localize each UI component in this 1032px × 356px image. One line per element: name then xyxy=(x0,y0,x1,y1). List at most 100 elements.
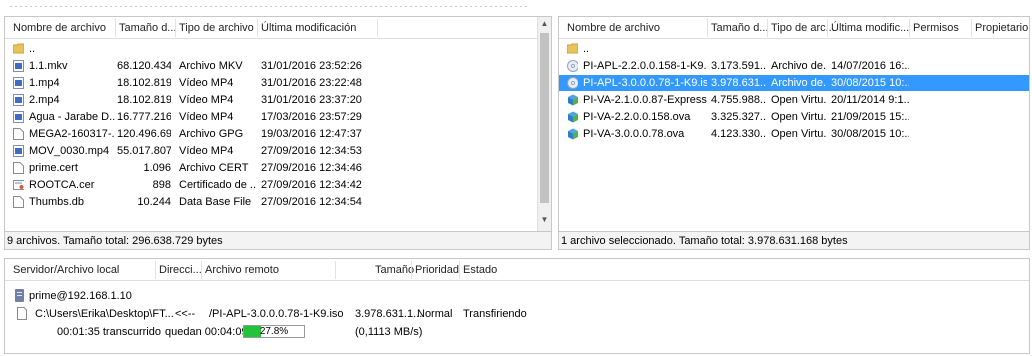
file-modified: 19/03/2016 12:47:37 xyxy=(261,128,362,140)
file-modified: 14/07/2016 16:... xyxy=(831,60,909,72)
file-name: 1.1.mkv xyxy=(29,60,68,72)
iso-file-icon xyxy=(567,60,578,72)
file-row[interactable]: Agua - Jarabe D... 16.777.216 Vídeo MP4 17/… xyxy=(5,109,551,125)
file-size: 18.102.819 xyxy=(117,77,171,89)
file-size: 4.123.330... xyxy=(711,128,767,140)
remote-col-permissions[interactable]: Permisos xyxy=(913,22,959,34)
file-type: Open Virtu... xyxy=(771,128,827,140)
file-row[interactable]: PI-VA-3.0.0.0.78.ova 4.123.330... Open Vir… xyxy=(559,126,1029,142)
file-row[interactable]: PI-VA-2.2.0.0.158.ova 3.325.327... Open Vi… xyxy=(559,109,1029,125)
file-modified: 31/01/2016 23:52:26 xyxy=(261,60,362,72)
remote-list-header: Nombre de archivo Tamaño d... Tipo de ar… xyxy=(559,17,1029,39)
mp4-file-icon xyxy=(13,94,24,106)
file-size: 55.017.807 xyxy=(117,145,171,157)
remaining-time: quedan 00:04:09 xyxy=(165,326,248,338)
queue-col-remote[interactable]: Archivo remoto xyxy=(205,264,279,276)
ova-file-icon xyxy=(567,94,578,106)
queue-local-path: C:\Users\Erika\Desktop\FT... xyxy=(35,308,174,320)
parent-directory-row[interactable]: .. xyxy=(5,41,551,57)
file-row[interactable]: PI-VA-2.1.0.0.87-Express.ova 4.755.988...… xyxy=(559,92,1029,108)
scroll-thumb[interactable] xyxy=(540,33,549,203)
folder-up-icon xyxy=(567,43,578,55)
local-col-modified[interactable]: Última modificación xyxy=(261,22,356,34)
file-type: Open Virtu... xyxy=(771,94,827,106)
local-col-size[interactable]: Tamaño d... xyxy=(119,22,176,34)
top-strip xyxy=(0,0,1032,14)
local-status-bar: 9 archivos. Tamaño total: 296.638.729 by… xyxy=(4,232,552,250)
file-name: 1.mp4 xyxy=(29,77,60,89)
queue-col-state[interactable]: Estado xyxy=(463,264,497,276)
local-col-type[interactable]: Tipo de archivo xyxy=(179,22,254,34)
remote-file-list[interactable]: Nombre de archivo Tamaño d... Tipo de ar… xyxy=(558,16,1030,232)
ova-file-icon xyxy=(567,128,578,140)
file-row[interactable]: PI-APL-2.2.0.0.158-1-K9.iso 3.173.591... A… xyxy=(559,58,1029,74)
file-modified: 30/08/2015 10:... xyxy=(831,128,909,140)
queue-server-row[interactable]: prime@192.168.1.10 xyxy=(5,287,1029,305)
file-type: Archivo de... xyxy=(771,77,827,89)
file-name: PI-VA-2.2.0.0.158.ova xyxy=(583,111,691,123)
queue-col-local[interactable]: Servidor/Archivo local xyxy=(13,264,119,276)
file-size: 4.755.988... xyxy=(711,94,767,106)
file-size: 10.244 xyxy=(137,196,171,208)
file-modified: 27/09/2016 12:34:54 xyxy=(261,196,362,208)
file-row[interactable]: Thumbs.db 10.244 Data Base File 27/09/2016 … xyxy=(5,194,551,210)
file-type: Vídeo MP4 xyxy=(179,145,234,157)
file-name: Agua - Jarabe D... xyxy=(29,111,115,123)
file-name: PI-VA-2.1.0.0.87-Express.ova xyxy=(583,94,707,106)
remote-col-name[interactable]: Nombre de archivo xyxy=(567,22,660,34)
file-type: Archivo MKV xyxy=(179,60,243,72)
generic-file-icon xyxy=(13,196,24,208)
file-modified: 21/09/2015 15:... xyxy=(831,111,909,123)
scroll-down-icon[interactable]: ▼ xyxy=(538,215,551,229)
transfer-queue[interactable]: Servidor/Archivo local Direcci... Archiv… xyxy=(4,258,1030,354)
file-name: PI-VA-3.0.0.0.78.ova xyxy=(583,128,685,140)
file-row[interactable]: ROOTCA.cer 898 Certificado de ... 27/09/201… xyxy=(5,177,551,193)
mp4-file-icon xyxy=(13,145,24,157)
file-name: ROOTCA.cer xyxy=(29,179,95,191)
mp4-file-icon xyxy=(13,111,24,123)
file-modified: 31/01/2016 23:37:20 xyxy=(261,94,362,106)
file-row[interactable]: 2.mp4 18.102.819 Vídeo MP4 31/01/2016 23:37… xyxy=(5,92,551,108)
iso-file-icon xyxy=(567,77,578,89)
progress-label: 27.8% xyxy=(259,326,289,337)
file-row[interactable]: MEGA2-160317-...120.496.696 Archivo GPG 19… xyxy=(5,126,551,142)
file-type: Data Base File xyxy=(179,196,252,208)
queue-progress-row: 00:01:35 transcurrido quedan 00:04:09 27… xyxy=(5,323,1029,341)
transfer-speed: (0,1113 MB/s) xyxy=(355,326,423,338)
parent-directory-row[interactable]: .. xyxy=(559,41,1029,57)
remote-col-size[interactable]: Tamaño d... xyxy=(711,22,768,34)
file-size: 3.978.631... xyxy=(711,77,767,89)
folder-up-icon xyxy=(13,43,24,55)
queue-col-priority[interactable]: Prioridad xyxy=(415,264,459,276)
file-modified: 27/09/2016 12:34:53 xyxy=(261,145,362,157)
queue-transfer-row[interactable]: C:\Users\Erika\Desktop\FT... <<-- /PI-AP… xyxy=(5,305,1029,323)
queue-state: Transfiriendo xyxy=(463,308,527,320)
local-file-list[interactable]: Nombre de archivo Tamaño d... Tipo de ar… xyxy=(4,16,552,232)
server-icon xyxy=(15,289,24,302)
file-name: .. xyxy=(583,43,590,55)
file-row[interactable]: 1.mp4 18.102.819 Vídeo MP4 31/01/2016 23:22… xyxy=(5,75,551,91)
file-modified: 30/08/2015 10:... xyxy=(831,77,909,89)
remote-col-owner[interactable]: Propietario... xyxy=(975,22,1029,34)
video-file-icon xyxy=(13,60,24,72)
scroll-up-icon[interactable]: ▲ xyxy=(538,19,551,33)
file-icon xyxy=(17,307,27,320)
local-list-header: Nombre de archivo Tamaño d... Tipo de ar… xyxy=(5,17,551,39)
queue-header: Servidor/Archivo local Direcci... Archiv… xyxy=(5,259,1029,281)
remote-col-modified[interactable]: Última modific... xyxy=(831,22,909,34)
file-row[interactable]: 1.1.mkv 68.120.434 Archivo MKV 31/01/2016 2… xyxy=(5,58,551,74)
queue-col-direction[interactable]: Direcci... xyxy=(159,264,202,276)
file-name: PI-APL-2.2.0.0.158-1-K9.iso xyxy=(583,60,707,72)
mp4-file-icon xyxy=(13,77,24,89)
file-size: 1.096 xyxy=(143,162,171,174)
file-row[interactable]: PI-APL-3.0.0.0.78-1-K9.iso 3.978.631... Ar… xyxy=(559,75,1029,91)
local-col-name[interactable]: Nombre de archivo xyxy=(13,22,106,34)
queue-size: 3.978.631.1... xyxy=(355,308,423,320)
file-row[interactable]: MOV_0030.mp4 55.017.807 Vídeo MP4 27/09/201… xyxy=(5,143,551,159)
file-row[interactable]: prime.cert 1.096 Archivo CERT 27/09/2016 12… xyxy=(5,160,551,176)
remote-col-type[interactable]: Tipo de arc... xyxy=(771,22,835,34)
queue-col-size[interactable]: Tamaño xyxy=(375,264,414,276)
local-vertical-scrollbar[interactable]: ▲ ▼ xyxy=(537,17,551,231)
file-name: MOV_0030.mp4 xyxy=(29,145,110,157)
file-size: 68.120.434 xyxy=(117,60,171,72)
